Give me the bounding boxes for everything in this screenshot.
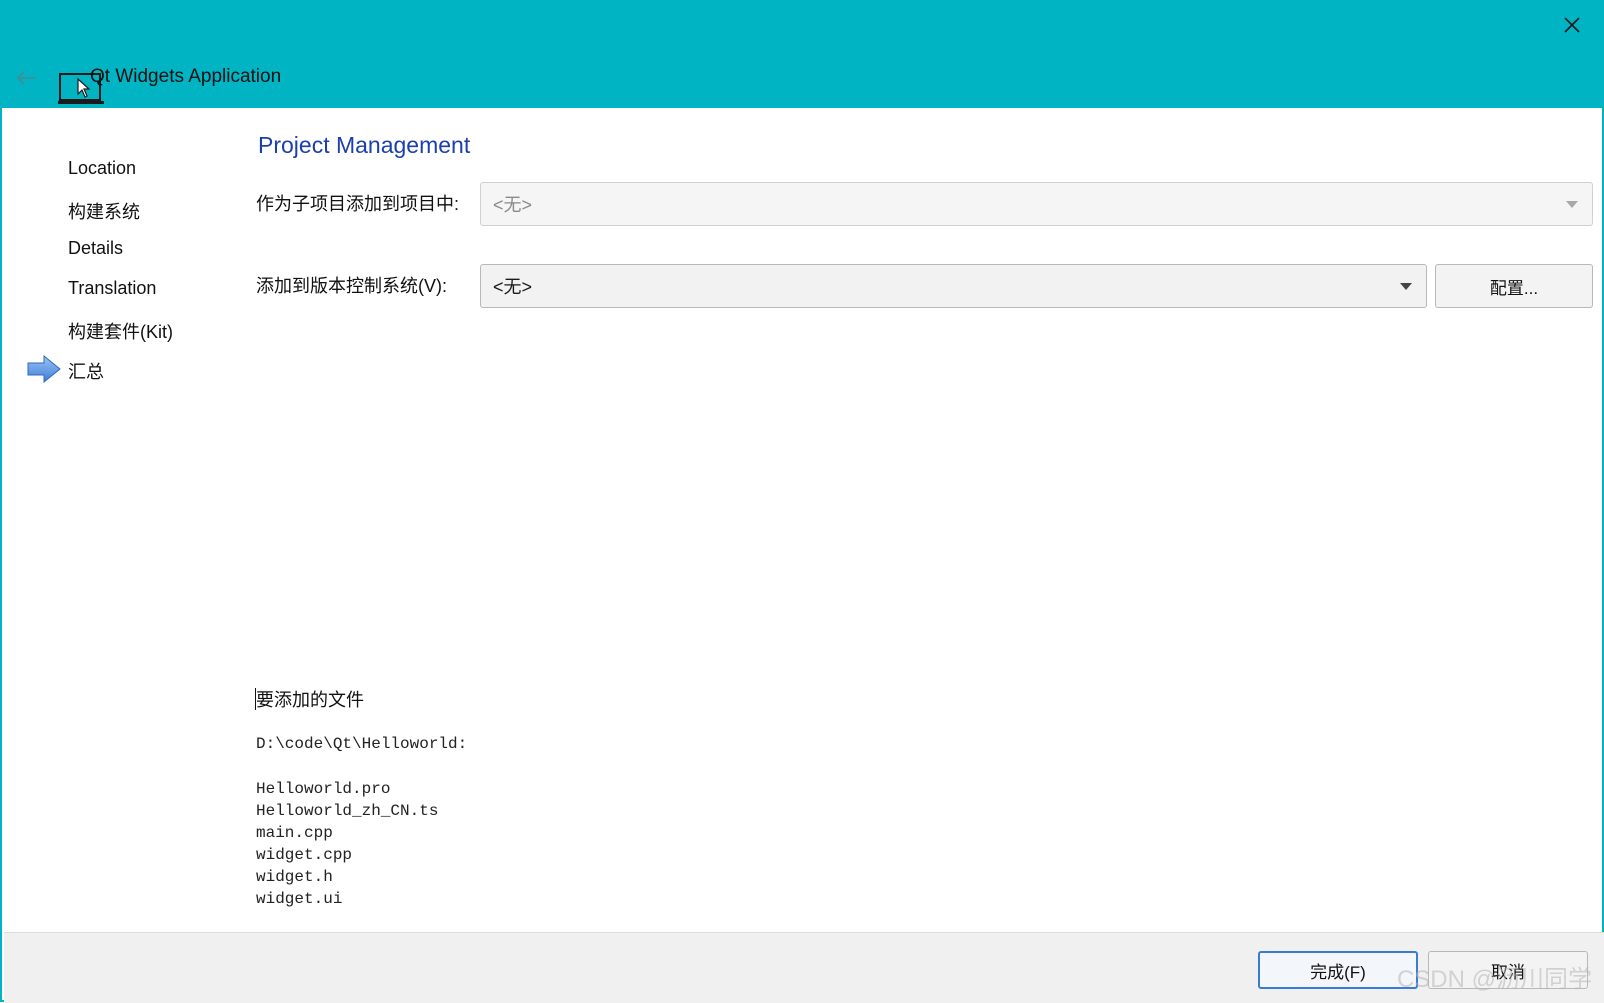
title-bar: Qt Widgets Application (2, 2, 1604, 108)
step-location: Location (68, 158, 137, 178)
step-build-system: 构建系统 (68, 202, 140, 222)
file-item: Helloworld_zh_CN.ts (256, 802, 439, 820)
step-details: Details (68, 238, 124, 258)
subproject-combo-value: <无> (493, 195, 533, 215)
back-arrow-icon (16, 71, 36, 85)
subproject-combo: <无> (480, 182, 1593, 226)
file-item: widget.ui (256, 890, 343, 908)
file-item: widget.h (256, 868, 333, 886)
arrow-right-icon (27, 354, 61, 384)
chevron-down-icon (1400, 283, 1412, 290)
step-summary: 汇总 (68, 362, 104, 382)
configure-button[interactable]: 配置... (1435, 264, 1593, 308)
close-icon (1564, 17, 1580, 33)
button-bar: 完成(F) 取消 (4, 932, 1604, 1003)
wizard-steps-sidebar: Location 构建系统 Details Translation 构建套件(K… (2, 108, 232, 928)
window-title: Qt Widgets Application (90, 66, 282, 87)
version-control-combo[interactable]: <无> (480, 264, 1427, 308)
close-button[interactable] (1552, 10, 1592, 40)
file-item: Helloworld.pro (256, 780, 391, 798)
subproject-label: 作为子项目添加到项目中: (256, 194, 459, 214)
files-directory: D:\code\Qt\Helloworld: (256, 735, 468, 753)
step-translation: Translation (68, 278, 157, 298)
wizard-window: Qt Widgets Application Location 构建系统 Det… (0, 0, 1604, 1003)
chevron-down-icon (1566, 201, 1578, 208)
file-item: widget.cpp (256, 846, 353, 864)
version-control-combo-value: <无> (493, 277, 533, 297)
step-kits: 构建套件(Kit) (68, 322, 173, 342)
page-title: Project Management (258, 132, 471, 158)
cancel-button[interactable]: 取消 (1428, 951, 1588, 989)
version-control-label: 添加到版本控制系统(V): (256, 276, 447, 296)
files-heading: 要添加的文件 (256, 690, 364, 710)
finish-button[interactable]: 完成(F) (1258, 951, 1418, 989)
back-button[interactable] (10, 64, 42, 92)
file-item: main.cpp (256, 824, 333, 842)
